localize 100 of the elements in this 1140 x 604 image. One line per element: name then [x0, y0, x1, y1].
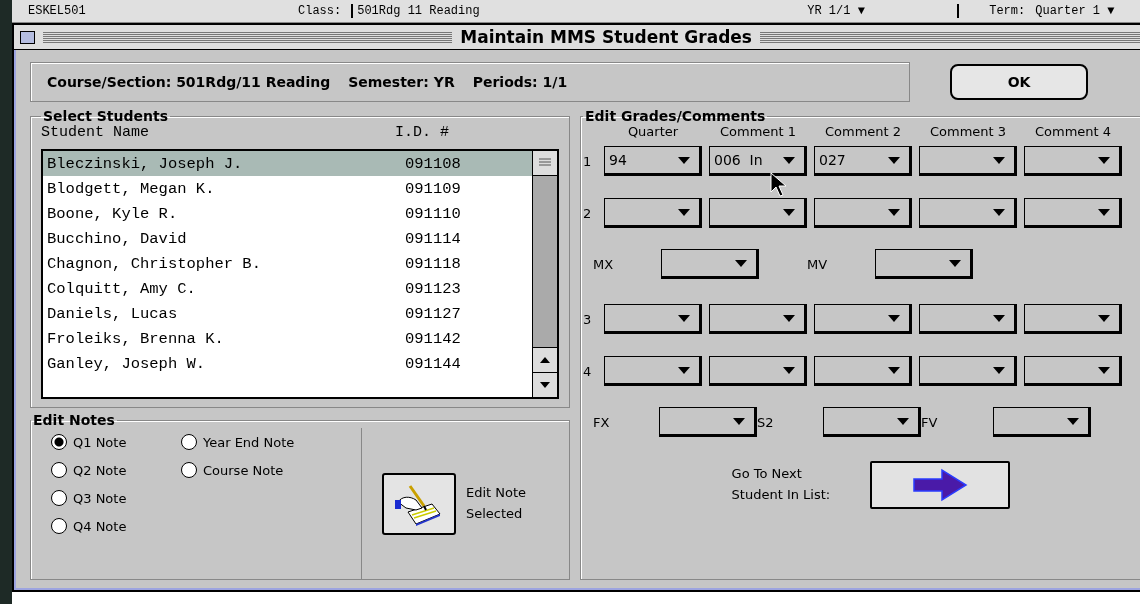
column-header: Quarter [626, 124, 680, 139]
dropdown[interactable] [1024, 304, 1122, 334]
caret-icon [992, 313, 1006, 323]
next-student-label: Go To Next Student In List: [731, 465, 832, 504]
course-info-text: Course/Section: 501Rdg/11 Reading [47, 74, 331, 90]
student-row[interactable]: Colquitt, Amy C. 091123 [43, 276, 532, 301]
ok-button[interactable]: OK [950, 64, 1088, 100]
row-label: 3 [583, 311, 593, 327]
radio-button[interactable]: Year End Note [181, 428, 351, 456]
student-row[interactable]: Daniels, Lucas 091127 [43, 301, 532, 326]
student-row[interactable]: Chagnon, Christopher B. 091118 [43, 251, 532, 276]
radio-icon[interactable] [51, 434, 67, 450]
field-label: Term: [989, 4, 1026, 18]
caret-icon [887, 207, 901, 217]
dropdown[interactable] [604, 356, 702, 386]
caret-icon [887, 155, 901, 165]
student-row[interactable]: Froleiks, Brenna K. 091142 [43, 326, 532, 351]
edit-note-label: Edit Note Selected [466, 483, 528, 523]
group-title: Edit Notes [32, 412, 116, 428]
row-label: 2 [583, 205, 593, 221]
dropdown[interactable] [823, 407, 921, 437]
radio-icon[interactable] [51, 490, 67, 506]
caret-icon [677, 207, 691, 217]
dropdown[interactable] [709, 198, 807, 228]
field-label: Class: [298, 4, 342, 18]
mouse-cursor-icon [770, 172, 788, 198]
dropdown[interactable] [919, 304, 1017, 334]
dropdown[interactable]: YR 1/1 ▼ [807, 4, 960, 18]
class-field[interactable]: 501Rdg 11 Reading [351, 4, 798, 18]
dropdown[interactable]: 006 In [709, 146, 807, 176]
caret-icon [782, 155, 796, 165]
caret-icon [1066, 416, 1080, 426]
caret-icon [896, 416, 910, 426]
caret-icon [1097, 365, 1111, 375]
caret-icon [1097, 207, 1111, 217]
radio-icon[interactable] [51, 462, 67, 478]
caret-icon [677, 313, 691, 323]
caret-icon [677, 155, 691, 165]
dropdown[interactable] [919, 146, 1017, 176]
student-row[interactable]: Blodgett, Megan K. 091109 [43, 176, 532, 201]
dropdown[interactable] [814, 304, 912, 334]
column-header: Comment 3 [928, 124, 1008, 139]
course-info-text: Periods: 1/1 [472, 74, 568, 90]
caret-icon [782, 207, 796, 217]
right-arrow-icon [911, 468, 968, 502]
dropdown[interactable] [604, 198, 702, 228]
radio-icon[interactable] [51, 518, 67, 534]
student-row[interactable]: Bucchino, David 091114 [43, 226, 532, 251]
dropdown[interactable]: Quarter 1 ▼ [1035, 4, 1140, 18]
caret-icon [734, 258, 748, 268]
dropdown[interactable] [1024, 146, 1122, 176]
radio-icon[interactable] [181, 434, 197, 450]
dropdown[interactable] [814, 356, 912, 386]
group-title: Edit Grades/Comments [584, 108, 767, 124]
student-row[interactable]: Boone, Kyle R. 091110 [43, 201, 532, 226]
edit-note-button[interactable] [382, 472, 456, 535]
dropdown[interactable] [709, 356, 807, 386]
field-label: MX [593, 256, 615, 272]
close-box-icon[interactable] [20, 30, 35, 44]
dropdown[interactable] [919, 356, 1017, 386]
field-label: FX [593, 414, 611, 430]
caret-icon [1097, 155, 1111, 165]
dropdown[interactable]: 94 [604, 146, 702, 176]
row-label: 1 [583, 153, 593, 169]
next-student-button[interactable] [869, 461, 1010, 509]
scroll-down-icon[interactable] [533, 372, 557, 397]
window-title: Maintain MMS Student Grades [460, 27, 752, 47]
scroll-up-icon[interactable] [533, 347, 557, 372]
column-header: Comment 1 [718, 124, 798, 139]
dropdown[interactable]: 027 [814, 146, 912, 176]
radio-button[interactable]: Q4 Note [51, 512, 181, 540]
dropdown[interactable] [661, 249, 759, 279]
radio-button[interactable]: Q1 Note [51, 428, 181, 456]
radio-button[interactable]: Q2 Note [51, 456, 181, 484]
dropdown[interactable] [875, 249, 973, 279]
dropdown[interactable] [659, 407, 757, 437]
radio-button[interactable]: Q3 Note [51, 484, 181, 512]
dropdown[interactable] [604, 304, 702, 334]
dropdown[interactable] [919, 198, 1017, 228]
caret-icon [992, 207, 1006, 217]
student-row[interactable]: Ganley, Joseph W. 091144 [43, 351, 532, 376]
student-row[interactable]: Bleczinski, Joseph J. 091108 [43, 151, 532, 176]
dropdown[interactable] [814, 198, 912, 228]
row-label: 4 [583, 363, 593, 379]
caret-icon [732, 416, 746, 426]
dropdown[interactable] [1024, 356, 1122, 386]
column-header: I.D. # [395, 124, 449, 141]
dropdown[interactable] [709, 304, 807, 334]
column-header: Student Name [41, 124, 151, 141]
field-label: S2 [757, 414, 775, 430]
dropdown[interactable] [993, 407, 1091, 437]
record-code: ESKEL501 [28, 4, 87, 18]
radio-button[interactable]: Course Note [181, 456, 351, 484]
course-info-text: Semester: YR [348, 74, 455, 90]
dropdown[interactable] [1024, 198, 1122, 228]
radio-icon[interactable] [181, 462, 197, 478]
scroll-thumb[interactable] [533, 151, 557, 176]
column-header: Comment 2 [823, 124, 903, 139]
caret-icon [1097, 313, 1111, 323]
group-title: Select Students [42, 108, 169, 124]
